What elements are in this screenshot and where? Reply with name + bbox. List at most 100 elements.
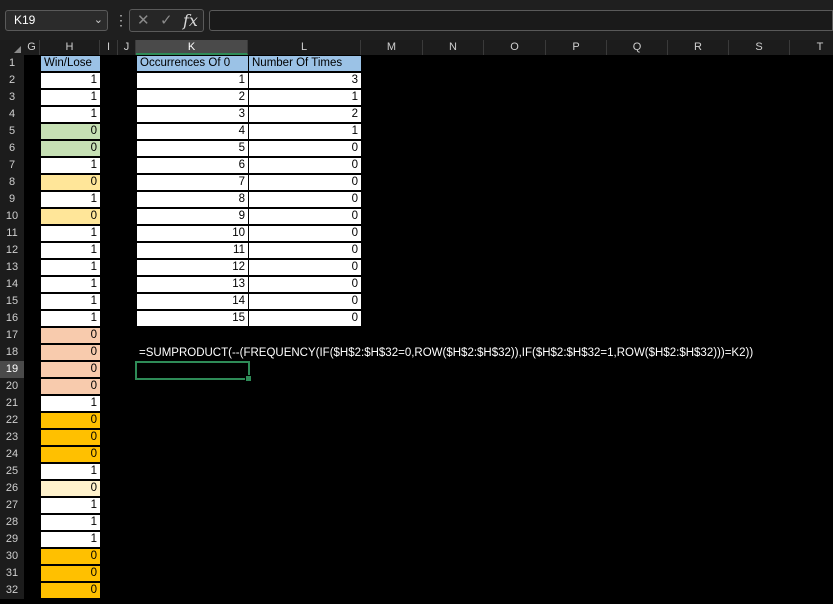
row-header-1[interactable]: 1 <box>0 55 24 72</box>
row-header-27[interactable]: 27 <box>0 497 24 514</box>
win-lose-cell[interactable]: 1 <box>40 242 101 259</box>
win-lose-cell[interactable]: 1 <box>40 157 101 174</box>
win-lose-cell[interactable]: 0 <box>40 565 101 582</box>
occurrences-cell[interactable]: 4 <box>136 123 249 140</box>
occurrences-cell[interactable]: 11 <box>136 242 249 259</box>
column-header-m[interactable]: M <box>361 40 423 55</box>
occurrences-cell[interactable]: 10 <box>136 225 249 242</box>
close-icon[interactable]: ✕ <box>137 11 150 31</box>
number-of-times-cell[interactable]: 0 <box>248 310 362 327</box>
win-lose-cell[interactable]: 1 <box>40 89 101 106</box>
row-header-2[interactable]: 2 <box>0 72 24 89</box>
number-of-times-cell[interactable]: 0 <box>248 140 362 157</box>
occurrences-cell[interactable]: 13 <box>136 276 249 293</box>
win-lose-cell[interactable]: 0 <box>40 378 101 395</box>
number-of-times-header-cell[interactable]: Number Of Times <box>248 55 362 72</box>
row-header-6[interactable]: 6 <box>0 140 24 157</box>
row-header-15[interactable]: 15 <box>0 293 24 310</box>
fx-icon[interactable]: fx <box>183 11 198 31</box>
row-header-4[interactable]: 4 <box>0 106 24 123</box>
row-header-17[interactable]: 17 <box>0 327 24 344</box>
occurrences-cell[interactable]: 8 <box>136 191 249 208</box>
row-header-31[interactable]: 31 <box>0 565 24 582</box>
row-header-21[interactable]: 21 <box>0 395 24 412</box>
number-of-times-cell[interactable]: 0 <box>248 191 362 208</box>
win-lose-cell[interactable]: 1 <box>40 106 101 123</box>
column-header-s[interactable]: S <box>729 40 790 55</box>
row-header-18[interactable]: 18 <box>0 344 24 361</box>
column-header-k[interactable]: K <box>136 40 248 55</box>
number-of-times-cell[interactable]: 0 <box>248 208 362 225</box>
occurrences-cell[interactable]: 5 <box>136 140 249 157</box>
row-header-3[interactable]: 3 <box>0 89 24 106</box>
win-lose-cell[interactable]: 1 <box>40 514 101 531</box>
win-lose-cell[interactable]: 0 <box>40 361 101 378</box>
column-header-t[interactable]: T <box>790 40 833 55</box>
win-lose-cell[interactable]: 0 <box>40 208 101 225</box>
row-header-11[interactable]: 11 <box>0 225 24 242</box>
win-lose-cell[interactable]: 0 <box>40 412 101 429</box>
row-header-28[interactable]: 28 <box>0 514 24 531</box>
win-lose-cell[interactable]: 1 <box>40 310 101 327</box>
row-header-23[interactable]: 23 <box>0 429 24 446</box>
win-lose-cell[interactable]: 0 <box>40 446 101 463</box>
column-header-i[interactable]: I <box>100 40 118 55</box>
occurrences-cell[interactable]: 9 <box>136 208 249 225</box>
row-header-19[interactable]: 19 <box>0 361 24 378</box>
row-header-30[interactable]: 30 <box>0 548 24 565</box>
occurrences-header-cell[interactable]: Occurrences Of 0 <box>136 55 249 72</box>
row-header-22[interactable]: 22 <box>0 412 24 429</box>
row-header-26[interactable]: 26 <box>0 480 24 497</box>
occurrences-cell[interactable]: 2 <box>136 89 249 106</box>
win-lose-cell[interactable]: 0 <box>40 344 101 361</box>
column-header-l[interactable]: L <box>248 40 361 55</box>
win-lose-cell[interactable]: 0 <box>40 123 101 140</box>
number-of-times-cell[interactable]: 3 <box>248 72 362 89</box>
row-header-5[interactable]: 5 <box>0 123 24 140</box>
win-lose-cell[interactable]: 1 <box>40 395 101 412</box>
formula-input[interactable] <box>209 10 833 31</box>
win-lose-cell[interactable]: 1 <box>40 191 101 208</box>
occurrences-cell[interactable]: 3 <box>136 106 249 123</box>
column-header-n[interactable]: N <box>423 40 484 55</box>
number-of-times-cell[interactable]: 0 <box>248 276 362 293</box>
chevron-down-icon[interactable]: ⌄ <box>94 11 103 30</box>
select-all-button[interactable] <box>0 40 24 55</box>
row-header-16[interactable]: 16 <box>0 310 24 327</box>
number-of-times-cell[interactable]: 0 <box>248 174 362 191</box>
column-header-h[interactable]: H <box>40 40 100 55</box>
row-header-25[interactable]: 25 <box>0 463 24 480</box>
column-header-g[interactable]: G <box>24 40 40 55</box>
win-lose-cell[interactable]: 0 <box>40 480 101 497</box>
win-lose-cell[interactable]: 0 <box>40 140 101 157</box>
column-header-p[interactable]: P <box>546 40 607 55</box>
win-lose-cell[interactable]: 0 <box>40 327 101 344</box>
column-header-j[interactable]: J <box>118 40 136 55</box>
win-lose-cell[interactable]: 0 <box>40 174 101 191</box>
row-header-8[interactable]: 8 <box>0 174 24 191</box>
win-lose-cell[interactable]: 1 <box>40 225 101 242</box>
win-lose-cell[interactable]: 0 <box>40 548 101 565</box>
number-of-times-cell[interactable]: 0 <box>248 259 362 276</box>
number-of-times-cell[interactable]: 0 <box>248 225 362 242</box>
row-header-32[interactable]: 32 <box>0 582 24 599</box>
row-header-12[interactable]: 12 <box>0 242 24 259</box>
active-cell-k19[interactable] <box>135 361 252 382</box>
occurrences-cell[interactable]: 15 <box>136 310 249 327</box>
number-of-times-cell[interactable]: 1 <box>248 89 362 106</box>
number-of-times-cell[interactable]: 1 <box>248 123 362 140</box>
row-header-20[interactable]: 20 <box>0 378 24 395</box>
row-header-7[interactable]: 7 <box>0 157 24 174</box>
check-icon[interactable]: ✓ <box>160 11 173 31</box>
number-of-times-cell[interactable]: 0 <box>248 157 362 174</box>
occurrences-cell[interactable]: 7 <box>136 174 249 191</box>
number-of-times-cell[interactable]: 0 <box>248 293 362 310</box>
occurrences-cell[interactable]: 1 <box>136 72 249 89</box>
column-header-r[interactable]: R <box>668 40 729 55</box>
row-header-14[interactable]: 14 <box>0 276 24 293</box>
win-lose-cell[interactable]: 1 <box>40 276 101 293</box>
row-header-10[interactable]: 10 <box>0 208 24 225</box>
win-lose-cell[interactable]: 0 <box>40 429 101 446</box>
occurrences-cell[interactable]: 12 <box>136 259 249 276</box>
number-of-times-cell[interactable]: 2 <box>248 106 362 123</box>
